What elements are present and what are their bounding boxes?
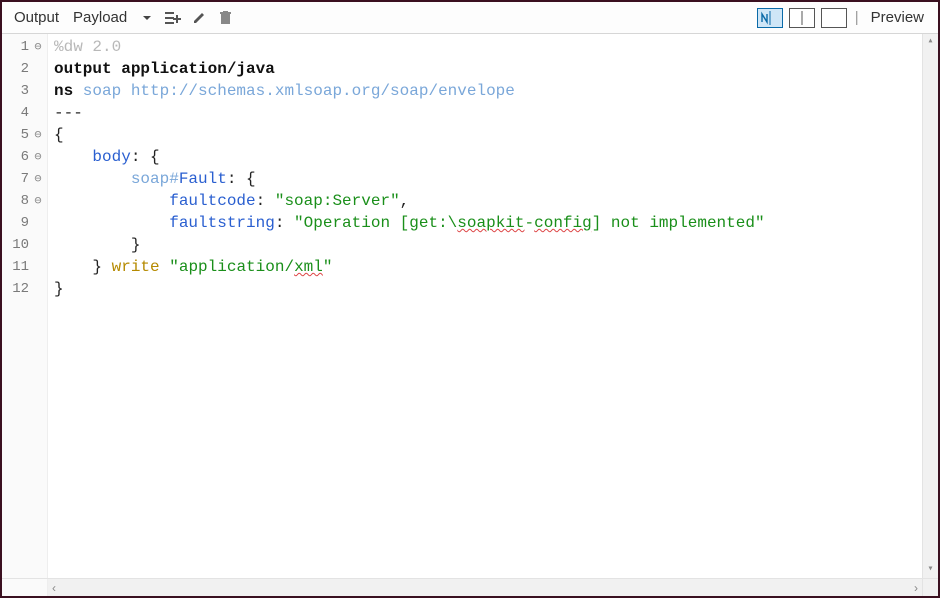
toolbar-divider: | <box>851 9 863 26</box>
code-line[interactable]: --- <box>54 102 918 124</box>
code-line[interactable]: faultstring: "Operation [get:\soapkit-co… <box>54 212 918 234</box>
code-line[interactable]: } <box>54 234 918 256</box>
code-line[interactable]: } write "application/xml" <box>54 256 918 278</box>
code-line[interactable]: } <box>54 278 918 300</box>
gutter-line: 7⊖ <box>2 168 47 190</box>
trash-icon[interactable] <box>213 6 237 30</box>
output-label[interactable]: Output <box>8 9 65 26</box>
gutter-line: 2⊖ <box>2 58 47 80</box>
code-line[interactable]: { <box>54 124 918 146</box>
toolbar: Output Payload <box>2 2 938 34</box>
toolbar-left: Output Payload <box>8 6 237 30</box>
pencil-icon[interactable] <box>187 6 211 30</box>
horizontal-scrollbar-row: ‹ › <box>2 578 938 596</box>
gutter-line: 8⊖ <box>2 190 47 212</box>
scroll-right-icon[interactable]: › <box>914 581 918 595</box>
scroll-down-icon[interactable]: ▾ <box>927 562 933 578</box>
view-mode-single[interactable] <box>821 8 847 28</box>
code-line[interactable]: faultcode: "soap:Server", <box>54 190 918 212</box>
gutter-line: 10⊖ <box>2 234 47 256</box>
fold-toggle-icon[interactable]: ⊖ <box>31 150 45 164</box>
horizontal-scrollbar[interactable]: ‹ › <box>48 579 922 596</box>
view-mode-split-n[interactable] <box>757 8 783 28</box>
toolbar-right: | Preview <box>755 8 932 28</box>
code-line[interactable]: soap#Fault: { <box>54 168 918 190</box>
vertical-scrollbar[interactable]: ▴ ▾ <box>922 34 938 578</box>
code-content[interactable]: %dw 2.0output application/javans soap ht… <box>48 34 922 578</box>
gutter-line: 6⊖ <box>2 146 47 168</box>
gutter-line: 5⊖ <box>2 124 47 146</box>
chevron-down-icon[interactable] <box>135 6 159 30</box>
payload-label[interactable]: Payload <box>67 9 133 26</box>
scroll-corner <box>922 579 938 596</box>
gutter-line: 11⊖ <box>2 256 47 278</box>
code-line[interactable]: body: { <box>54 146 918 168</box>
gutter-line: 3⊖ <box>2 80 47 102</box>
editor-window: Output Payload <box>0 0 940 598</box>
gutter-spacer <box>2 579 48 596</box>
gutter-line: 12⊖ <box>2 278 47 300</box>
fold-toggle-icon[interactable]: ⊖ <box>31 40 45 54</box>
view-mode-split[interactable] <box>789 8 815 28</box>
scroll-up-icon[interactable]: ▴ <box>927 34 933 50</box>
gutter-line: 9⊖ <box>2 212 47 234</box>
gutter-line: 1⊖ <box>2 36 47 58</box>
code-line[interactable]: ns soap http://schemas.xmlsoap.org/soap/… <box>54 80 918 102</box>
code-line[interactable]: %dw 2.0 <box>54 36 918 58</box>
fold-toggle-icon[interactable]: ⊖ <box>31 128 45 142</box>
list-add-icon[interactable] <box>161 6 185 30</box>
gutter-line: 4⊖ <box>2 102 47 124</box>
fold-toggle-icon[interactable]: ⊖ <box>31 194 45 208</box>
scroll-left-icon[interactable]: ‹ <box>52 581 56 595</box>
line-gutter: 1⊖2⊖3⊖4⊖5⊖6⊖7⊖8⊖9⊖10⊖11⊖12⊖ <box>2 34 48 578</box>
fold-toggle-icon[interactable]: ⊖ <box>31 172 45 186</box>
preview-button[interactable]: Preview <box>865 9 932 26</box>
code-line[interactable]: output application/java <box>54 58 918 80</box>
editor-area: 1⊖2⊖3⊖4⊖5⊖6⊖7⊖8⊖9⊖10⊖11⊖12⊖ %dw 2.0outpu… <box>2 34 938 578</box>
